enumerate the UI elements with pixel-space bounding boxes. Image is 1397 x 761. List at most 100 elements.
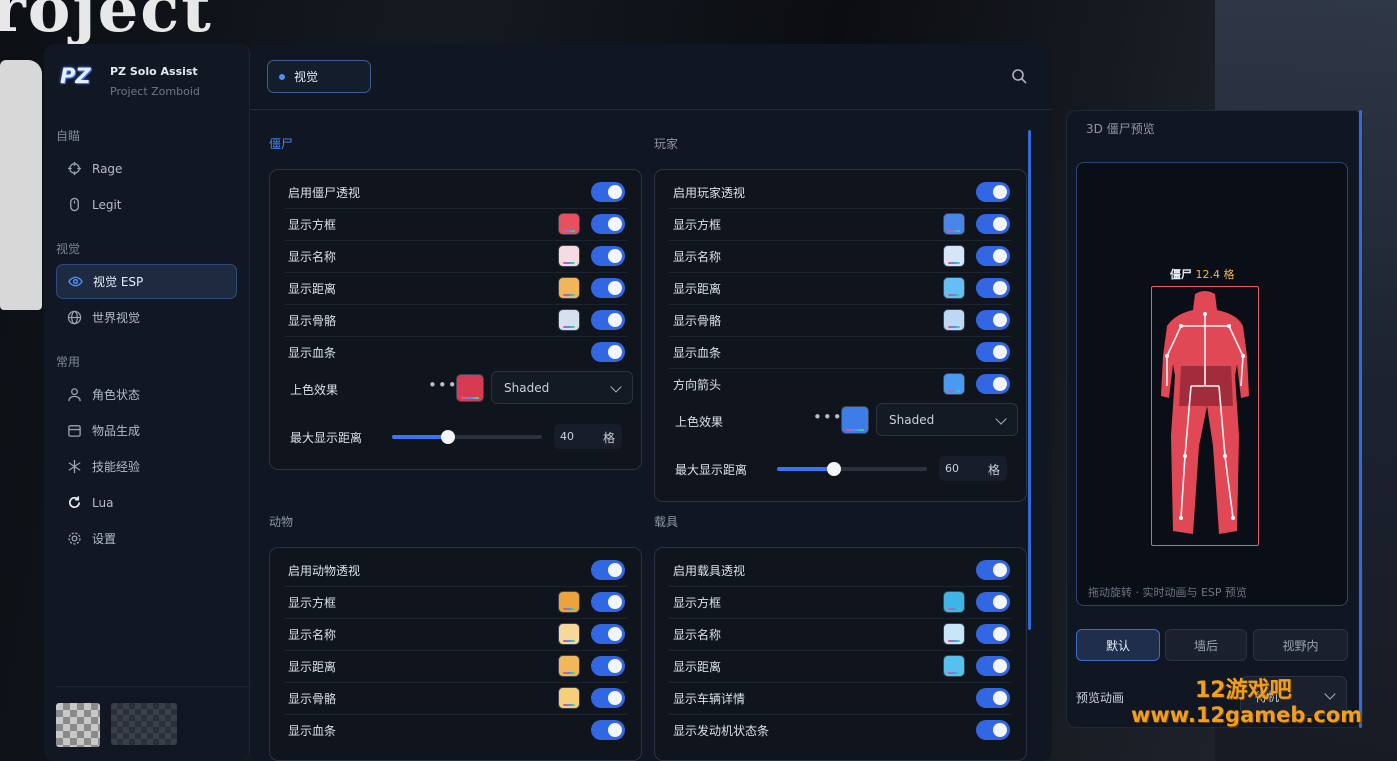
toggle-switch[interactable] — [591, 278, 625, 298]
toggle-switch[interactable] — [591, 720, 625, 740]
color-swatch[interactable] — [558, 309, 580, 331]
search-icon[interactable] — [1011, 68, 1027, 84]
sidebar-item-lua[interactable]: Lua — [56, 485, 237, 520]
toggle-switch[interactable] — [976, 592, 1010, 612]
sidebar-item-skill-exp[interactable]: 技能经验 — [56, 449, 237, 484]
esp-option-row: 启用玩家透视 — [655, 176, 1026, 208]
color-swatch[interactable] — [558, 687, 580, 709]
sidebar-item-settings[interactable]: 设置 — [56, 521, 237, 556]
shading-color-swatch[interactable] — [456, 374, 484, 402]
color-swatch[interactable] — [558, 277, 580, 299]
preview-scrollbar[interactable] — [1359, 110, 1362, 728]
sidebar-item-item-spawn[interactable]: 物品生成 — [56, 413, 237, 448]
color-swatch[interactable] — [558, 213, 580, 235]
more-dots-icon[interactable]: ••• — [428, 376, 458, 394]
tab-label: 视觉 — [294, 70, 319, 84]
main-scrollbar[interactable] — [1028, 130, 1031, 630]
shading-select[interactable]: Shaded — [491, 371, 633, 404]
toggle-switch[interactable] — [976, 214, 1010, 234]
section-player-title: 玩家 — [654, 137, 679, 151]
toggle-switch[interactable] — [591, 246, 625, 266]
esp-option-row: 显示方框 — [655, 586, 1026, 618]
shading-color-swatch[interactable] — [841, 406, 869, 434]
toggle-switch[interactable] — [976, 182, 1010, 202]
toggle-switch[interactable] — [976, 342, 1010, 362]
toggle-switch[interactable] — [591, 182, 625, 202]
toggle-switch[interactable] — [976, 246, 1010, 266]
sidebar-item-rage[interactable]: Rage — [56, 151, 237, 186]
sidebar-item-world-visual[interactable]: 世界视觉 — [56, 300, 237, 335]
toggle-switch[interactable] — [591, 560, 625, 580]
toggle-switch[interactable] — [591, 592, 625, 612]
toggle-switch[interactable] — [976, 560, 1010, 580]
esp-option-row: 显示距离 — [270, 272, 641, 304]
mode-behind-wall-button[interactable]: 墙后 — [1165, 629, 1247, 661]
color-swatch[interactable] — [558, 655, 580, 677]
esp-card-zombie: 启用僵尸透视 显示方框 显示名称 显示距离 显示骨骼 显示血条 上色效果 ••• Shaded 最… — [269, 169, 642, 470]
color-swatch[interactable] — [943, 213, 965, 235]
toggle-switch[interactable] — [591, 688, 625, 708]
esp-card-vehicle: 启用载具透视 显示方框 显示名称 显示距离 显示车辆详情 显示发动机状态条 — [654, 547, 1027, 761]
color-swatch[interactable] — [943, 655, 965, 677]
user-icon — [66, 387, 82, 403]
toggle-switch[interactable] — [591, 214, 625, 234]
color-swatch[interactable] — [558, 591, 580, 613]
sidebar-item-character-status[interactable]: 角色状态 — [56, 377, 237, 412]
option-label: 显示方框 — [673, 595, 722, 610]
shading-select-value: Shaded — [504, 380, 550, 395]
sidebar-item-label: 世界视觉 — [92, 311, 141, 325]
toggle-switch[interactable] — [976, 624, 1010, 644]
esp-option-row: 显示血条 — [655, 336, 1026, 368]
esp-option-row: 显示骨骼 — [655, 304, 1026, 336]
sidebar-item-label: 角色状态 — [92, 388, 141, 402]
toggle-switch[interactable] — [591, 342, 625, 362]
preview-esp-label: 僵尸 12.4 格 — [1170, 266, 1235, 282]
shading-select[interactable]: Shaded — [876, 403, 1018, 436]
slider-knob[interactable] — [827, 462, 841, 476]
chevron-down-icon — [1324, 688, 1336, 700]
option-label: 显示骨骼 — [288, 313, 337, 328]
mode-default-button[interactable]: 默认 — [1076, 629, 1160, 661]
esp-option-row: 显示车辆详情 — [655, 682, 1026, 714]
option-label: 显示名称 — [673, 249, 722, 264]
toggle-switch[interactable] — [976, 278, 1010, 298]
sidebar-item-label: 技能经验 — [92, 460, 141, 474]
option-label: 启用载具透视 — [673, 563, 746, 578]
preview-animation-label: 预览动画 — [1076, 691, 1125, 705]
section-animal-title: 动物 — [269, 515, 294, 529]
avatar[interactable] — [56, 703, 100, 747]
slider-knob[interactable] — [441, 430, 455, 444]
esp-option-row: 启用载具透视 — [655, 554, 1026, 586]
color-swatch[interactable] — [943, 591, 965, 613]
sidebar-item-label: Legit — [92, 197, 122, 212]
esp-option-row: 显示发动机状态条 — [655, 714, 1026, 746]
gear-icon — [66, 531, 82, 547]
esp-bounding-box — [1151, 286, 1259, 546]
toggle-switch[interactable] — [591, 656, 625, 676]
toggle-switch[interactable] — [591, 624, 625, 644]
color-swatch[interactable] — [943, 245, 965, 267]
more-dots-icon[interactable]: ••• — [813, 408, 843, 426]
toggle-switch[interactable] — [976, 310, 1010, 330]
sidebar-item-legit[interactable]: Legit — [56, 187, 237, 222]
sidebar-item-label: 物品生成 — [92, 424, 141, 438]
chevron-down-icon — [610, 381, 622, 393]
color-swatch[interactable] — [943, 309, 965, 331]
toggle-switch[interactable] — [591, 310, 625, 330]
toggle-switch[interactable] — [976, 656, 1010, 676]
color-swatch[interactable] — [943, 623, 965, 645]
mouse-icon — [66, 197, 82, 213]
tab-visual[interactable]: 视觉 — [267, 60, 371, 93]
color-swatch[interactable] — [943, 373, 965, 395]
distance-slider[interactable] — [777, 462, 927, 476]
color-swatch[interactable] — [943, 277, 965, 299]
color-swatch[interactable] — [558, 245, 580, 267]
toggle-switch[interactable] — [976, 688, 1010, 708]
mode-in-view-button[interactable]: 视野内 — [1253, 629, 1348, 661]
distance-slider[interactable] — [392, 430, 542, 444]
color-swatch[interactable] — [558, 623, 580, 645]
option-label: 显示距离 — [288, 659, 337, 674]
sidebar-item-visual-esp[interactable]: 视觉 ESP — [56, 264, 237, 299]
toggle-switch[interactable] — [976, 720, 1010, 740]
toggle-switch[interactable] — [976, 374, 1010, 394]
